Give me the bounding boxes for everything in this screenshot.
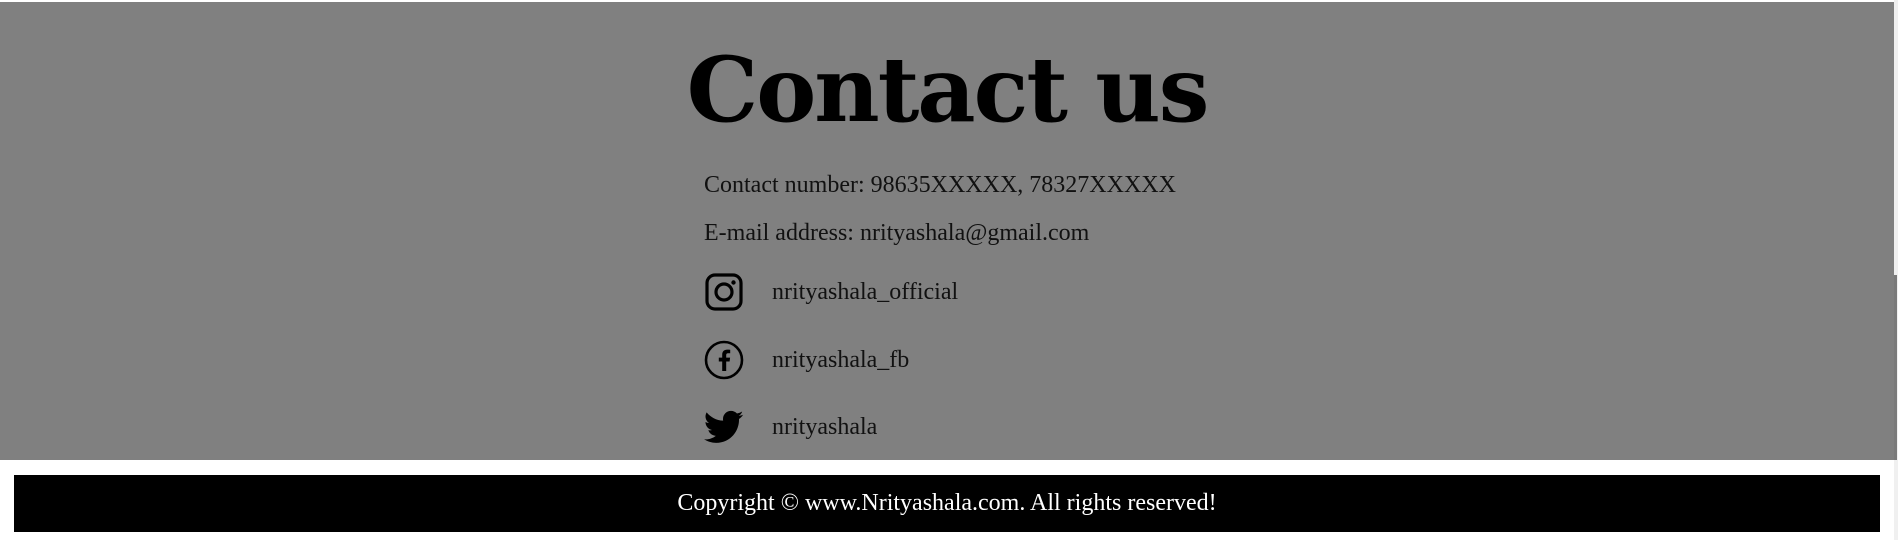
facebook-icon[interactable] xyxy=(704,340,744,380)
twitter-icon[interactable] xyxy=(704,407,744,447)
social-row-twitter[interactable]: nrityashala xyxy=(704,407,877,447)
contact-number-text: Contact number: 98635XXXXX, 78327XXXXX xyxy=(704,172,1176,198)
scrollbar-thumb[interactable] xyxy=(1894,275,1897,460)
instagram-handle[interactable]: nrityashala_official xyxy=(772,279,958,306)
twitter-handle[interactable]: nrityashala xyxy=(772,414,877,441)
contact-section: Contact us Contact number: 98635XXXXX, 7… xyxy=(0,2,1894,460)
facebook-handle[interactable]: nrityashala_fb xyxy=(772,347,909,374)
contact-title: Contact us xyxy=(686,37,1210,143)
instagram-icon[interactable] xyxy=(704,272,744,312)
copyright-text: Copyright © www.Nrityashala.com. All rig… xyxy=(677,490,1217,516)
email-address-text: E-mail address: nrityashala@gmail.com xyxy=(704,220,1090,246)
social-row-facebook[interactable]: nrityashala_fb xyxy=(704,340,909,380)
social-row-instagram[interactable]: nrityashala_official xyxy=(704,272,958,312)
footer: Copyright © www.Nrityashala.com. All rig… xyxy=(14,475,1880,532)
